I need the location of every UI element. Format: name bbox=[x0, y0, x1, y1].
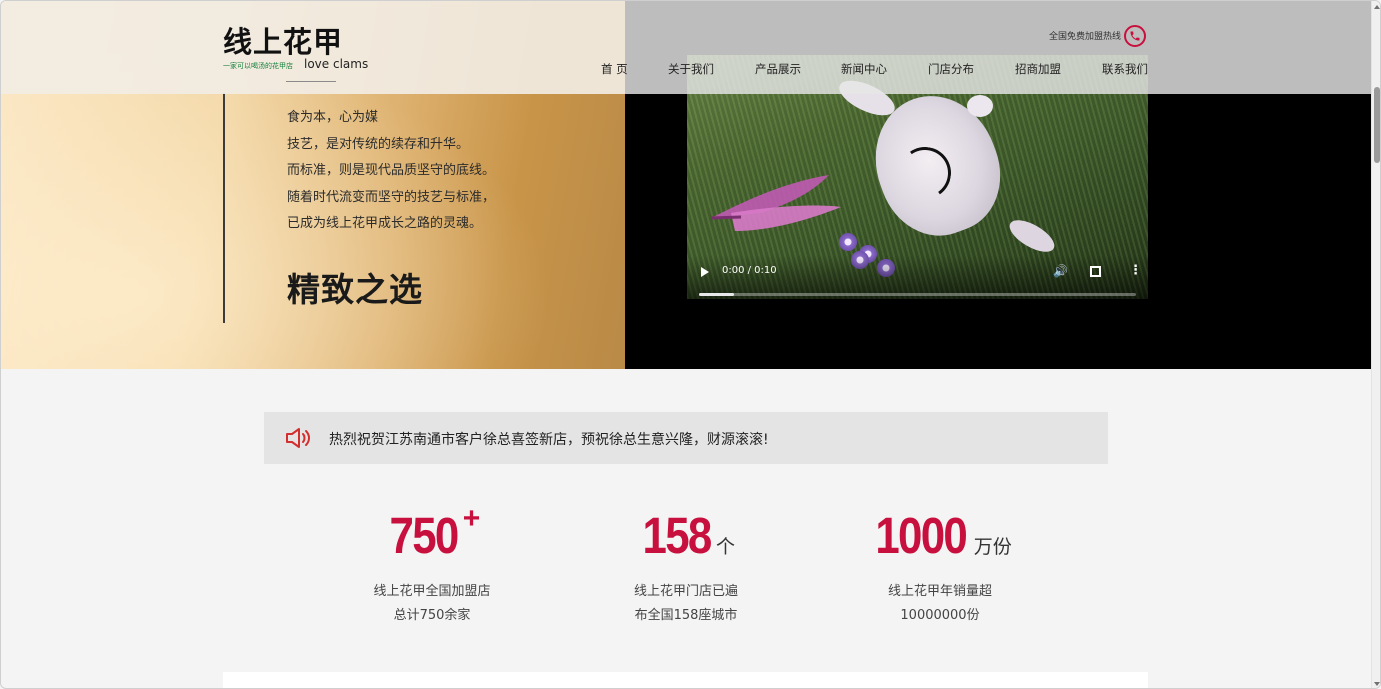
hero-line: 而标准，则是现代品质坚守的底线。 bbox=[287, 163, 496, 178]
scroll-up-icon[interactable] bbox=[1374, 5, 1380, 9]
hero-line: 技艺，是对传统的续存和升华。 bbox=[287, 136, 470, 152]
stat-unit: 个 bbox=[716, 536, 736, 558]
scroll-thumb[interactable] bbox=[1374, 87, 1380, 163]
video-progress-fill bbox=[699, 293, 734, 296]
stat-desc-line: 线上花甲全国加盟店 bbox=[373, 584, 491, 599]
hero-line: 随着时代流变而坚守的技艺与标准， bbox=[287, 189, 496, 205]
video-time: 0:00 / 0:10 bbox=[722, 265, 777, 276]
stat-unit: 万份 bbox=[973, 536, 1012, 558]
stat-description: 线上花甲年销量超 10000000份 bbox=[820, 580, 1060, 628]
nav-products[interactable]: 产品展示 bbox=[755, 61, 801, 77]
nav-about[interactable]: 关于我们 bbox=[668, 61, 714, 77]
video-frame-detail bbox=[967, 95, 993, 117]
page-scrollbar[interactable] bbox=[1371, 1, 1380, 688]
stat-number: 1000 bbox=[875, 507, 968, 564]
scroll-down-icon[interactable] bbox=[1374, 682, 1380, 686]
flower-image bbox=[839, 233, 857, 251]
stat-number-row: 158 个 bbox=[566, 506, 806, 572]
hotline-label: 全国免费加盟热线 bbox=[1049, 32, 1122, 42]
play-icon[interactable] bbox=[701, 267, 709, 277]
stat-number-row: 1000 万份 bbox=[820, 506, 1060, 572]
butterfly-image bbox=[710, 175, 841, 231]
nav-stores[interactable]: 门店分布 bbox=[928, 61, 974, 77]
nav-franchise[interactable]: 招商加盟 bbox=[1015, 61, 1061, 77]
stat-description: 线上花甲全国加盟店 总计750余家 bbox=[312, 580, 552, 628]
logo-english: love clams bbox=[304, 57, 369, 71]
logo-text: 线上花甲 bbox=[223, 25, 344, 59]
hero-divider-line bbox=[223, 93, 225, 323]
content-section-top bbox=[223, 672, 1148, 688]
video-progress-bar[interactable] bbox=[699, 293, 1136, 296]
stat-number: 750 bbox=[389, 507, 459, 564]
phone-icon[interactable] bbox=[1124, 25, 1146, 47]
stat-unit: + bbox=[462, 502, 481, 535]
announcement-text: 热烈祝贺江苏南通市客户徐总喜签新店，预祝徐总生意兴隆，财源滚滚! bbox=[329, 432, 769, 448]
stat-number: 158 bbox=[642, 507, 712, 564]
stat-desc-line: 10000000份 bbox=[900, 608, 980, 623]
stat-description: 线上花甲门店已遍 布全国158座城市 bbox=[566, 580, 806, 628]
browser-viewport: 食为本，心为媒 技艺，是对传统的续存和升华。 而标准，则是现代品质坚守的底线。 … bbox=[0, 0, 1381, 689]
stat-desc-line: 线上花甲年销量超 bbox=[887, 584, 992, 599]
video-controls: 0:00 / 0:10 🔊 ⋮ bbox=[687, 255, 1148, 299]
stat-number-row: 750 + bbox=[312, 502, 552, 572]
stat-sales: 1000 万份 线上花甲年销量超 10000000份 bbox=[820, 506, 1060, 628]
stat-stores: 750 + 线上花甲全国加盟店 总计750余家 bbox=[312, 502, 552, 628]
nav-contact[interactable]: 联系我们 bbox=[1102, 61, 1148, 77]
announcement-bar: 热烈祝贺江苏南通市客户徐总喜签新店，预祝徐总生意兴隆，财源滚滚! bbox=[264, 412, 1108, 464]
volume-icon[interactable]: 🔊 bbox=[1053, 265, 1068, 277]
logo-slogan: 一家可以喝汤的花甲店 bbox=[223, 62, 293, 70]
hero-copy: 食为本，心为媒 技艺，是对传统的续存和升华。 而标准，则是现代品质坚守的底线。 … bbox=[287, 105, 495, 238]
site-header: 线上花甲 一家可以喝汤的花甲店 love clams 全国免费加盟热线 首 页 … bbox=[1, 1, 1371, 94]
logo-underline bbox=[286, 81, 336, 82]
nav-home[interactable]: 首 页 bbox=[601, 61, 628, 77]
stat-desc-line: 总计750余家 bbox=[393, 608, 471, 623]
hero-line: 食为本，心为媒 bbox=[287, 110, 379, 125]
hero-line: 已成为线上花甲成长之路的灵魂。 bbox=[287, 216, 483, 231]
stat-desc-line: 布全国158座城市 bbox=[634, 608, 738, 623]
nav-news[interactable]: 新闻中心 bbox=[841, 61, 887, 77]
hero-title: 精致之选 bbox=[287, 270, 423, 309]
fullscreen-icon[interactable] bbox=[1090, 266, 1101, 277]
site-logo[interactable]: 线上花甲 一家可以喝汤的花甲店 love clams bbox=[223, 19, 373, 81]
speaker-icon bbox=[286, 428, 310, 448]
more-options-icon[interactable]: ⋮ bbox=[1129, 264, 1142, 277]
stat-desc-line: 线上花甲门店已遍 bbox=[633, 584, 738, 599]
stat-cities: 158 个 线上花甲门店已遍 布全国158座城市 bbox=[566, 506, 806, 628]
